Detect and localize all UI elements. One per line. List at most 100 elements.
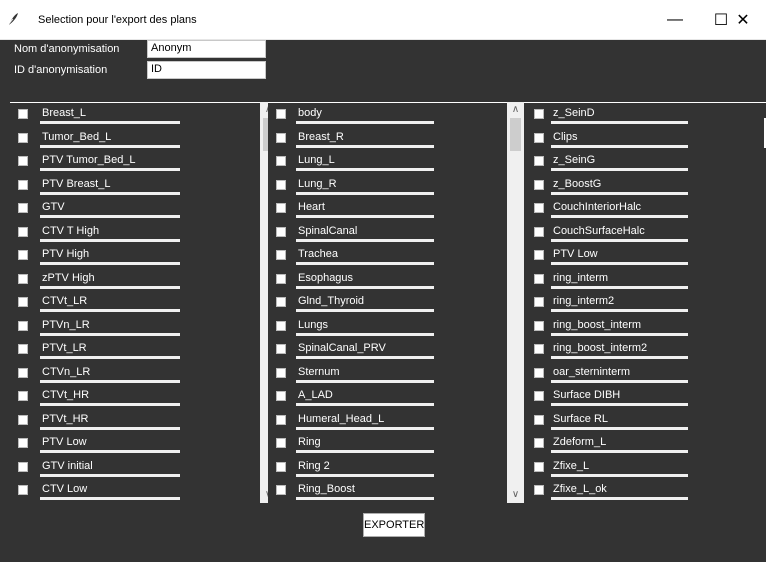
list-item[interactable]: Surface DIBH <box>526 386 766 410</box>
list-item[interactable]: Ring 2 <box>268 457 526 481</box>
list-item[interactable]: Heart <box>268 198 526 222</box>
item-checkbox[interactable] <box>534 109 544 119</box>
list-item[interactable]: PTV High <box>10 245 268 269</box>
list-item[interactable]: Ring <box>268 433 526 457</box>
list-item[interactable]: zPTV High <box>10 269 268 293</box>
list-item[interactable]: CTV Low <box>10 480 268 504</box>
item-checkbox[interactable] <box>534 367 544 378</box>
item-checkbox[interactable] <box>18 391 28 401</box>
list-item[interactable]: Ring_Boost <box>268 480 526 504</box>
item-checkbox[interactable] <box>18 179 28 190</box>
list-item[interactable]: Breast_L <box>10 104 268 128</box>
list-item[interactable]: Sternum <box>268 363 526 387</box>
item-checkbox[interactable] <box>534 203 544 213</box>
item-checkbox[interactable] <box>534 485 544 495</box>
list-item[interactable]: ring_boost_interm <box>526 316 766 340</box>
item-checkbox[interactable] <box>534 297 544 307</box>
list-item[interactable]: GTV initial <box>10 457 268 481</box>
item-checkbox[interactable] <box>18 344 28 354</box>
list-item[interactable]: PTV Low <box>10 433 268 457</box>
item-checkbox[interactable] <box>534 320 544 331</box>
item-checkbox[interactable] <box>18 250 28 260</box>
list-item[interactable]: SpinalCanal <box>268 222 526 246</box>
list-item[interactable]: Tumor_Bed_L <box>10 128 268 152</box>
item-checkbox[interactable] <box>276 250 286 260</box>
item-checkbox[interactable] <box>18 132 28 143</box>
item-checkbox[interactable] <box>18 273 28 284</box>
item-checkbox[interactable] <box>276 485 286 495</box>
list-item[interactable]: Surface RL <box>526 410 766 434</box>
list-item[interactable]: ring_boost_interm2 <box>526 339 766 363</box>
item-checkbox[interactable] <box>534 391 544 401</box>
scroll-thumb[interactable] <box>510 118 521 151</box>
item-checkbox[interactable] <box>276 344 286 354</box>
item-checkbox[interactable] <box>534 344 544 354</box>
list-item[interactable]: Glnd_Thyroid <box>268 292 526 316</box>
list-item[interactable]: PTVn_LR <box>10 316 268 340</box>
item-checkbox[interactable] <box>534 132 544 143</box>
list-item[interactable]: Humeral_Head_L <box>268 410 526 434</box>
vertical-scrollbar[interactable]: ∧∨ <box>507 102 524 503</box>
item-checkbox[interactable] <box>276 179 286 190</box>
item-checkbox[interactable] <box>18 203 28 213</box>
scroll-down-icon[interactable]: ∨ <box>507 487 524 503</box>
item-checkbox[interactable] <box>534 179 544 190</box>
list-item[interactable]: oar_sterninterm <box>526 363 766 387</box>
list-item[interactable]: A_LAD <box>268 386 526 410</box>
close-button[interactable]: ✕ <box>720 0 766 40</box>
list-item[interactable]: CTVn_LR <box>10 363 268 387</box>
item-checkbox[interactable] <box>276 367 286 378</box>
minimize-button[interactable]: — <box>652 0 698 40</box>
item-checkbox[interactable] <box>276 109 286 119</box>
list-item[interactable]: CTV T High <box>10 222 268 246</box>
item-checkbox[interactable] <box>276 414 286 425</box>
nom-input[interactable]: Anonym <box>147 40 266 58</box>
id-input[interactable]: ID <box>147 61 266 79</box>
item-checkbox[interactable] <box>276 391 286 401</box>
item-checkbox[interactable] <box>18 414 28 425</box>
item-checkbox[interactable] <box>276 461 286 472</box>
item-checkbox[interactable] <box>534 156 544 166</box>
item-checkbox[interactable] <box>18 485 28 495</box>
list-item[interactable]: Zdeform_L <box>526 433 766 457</box>
item-checkbox[interactable] <box>276 156 286 166</box>
list-item[interactable]: PTV Breast_L <box>10 175 268 199</box>
item-checkbox[interactable] <box>18 367 28 378</box>
item-checkbox[interactable] <box>276 320 286 331</box>
item-checkbox[interactable] <box>276 273 286 284</box>
list-item[interactable]: PTVt_HR <box>10 410 268 434</box>
item-checkbox[interactable] <box>18 226 28 237</box>
item-checkbox[interactable] <box>534 438 544 448</box>
list-item[interactable]: CTVt_HR <box>10 386 268 410</box>
item-checkbox[interactable] <box>276 203 286 213</box>
item-checkbox[interactable] <box>276 438 286 448</box>
list-item[interactable]: Zfixe_L_ok <box>526 480 766 504</box>
item-checkbox[interactable] <box>276 132 286 143</box>
item-checkbox[interactable] <box>18 461 28 472</box>
list-item[interactable]: PTVt_LR <box>10 339 268 363</box>
list-item[interactable]: ring_interm2 <box>526 292 766 316</box>
list-item[interactable]: SpinalCanal_PRV <box>268 339 526 363</box>
list-item[interactable]: Breast_R <box>268 128 526 152</box>
item-checkbox[interactable] <box>18 438 28 448</box>
list-item[interactable]: CTVt_LR <box>10 292 268 316</box>
list-item[interactable]: PTV Tumor_Bed_L <box>10 151 268 175</box>
item-checkbox[interactable] <box>18 156 28 166</box>
item-checkbox[interactable] <box>18 109 28 119</box>
item-checkbox[interactable] <box>534 414 544 425</box>
export-button[interactable]: EXPORTER <box>363 513 425 537</box>
list-item[interactable]: Trachea <box>268 245 526 269</box>
item-checkbox[interactable] <box>534 461 544 472</box>
item-checkbox[interactable] <box>276 297 286 307</box>
list-item[interactable]: GTV <box>10 198 268 222</box>
list-item[interactable]: body <box>268 104 526 128</box>
list-item[interactable]: CouchInteriorHalc <box>526 198 766 222</box>
list-item[interactable]: Lung_L <box>268 151 526 175</box>
item-checkbox[interactable] <box>18 320 28 331</box>
list-item[interactable]: z_SeinG <box>526 151 766 175</box>
list-item[interactable]: Zfixe_L <box>526 457 766 481</box>
item-checkbox[interactable] <box>534 273 544 284</box>
list-item[interactable]: Clips <box>526 128 766 152</box>
item-checkbox[interactable] <box>18 297 28 307</box>
item-checkbox[interactable] <box>534 250 544 260</box>
